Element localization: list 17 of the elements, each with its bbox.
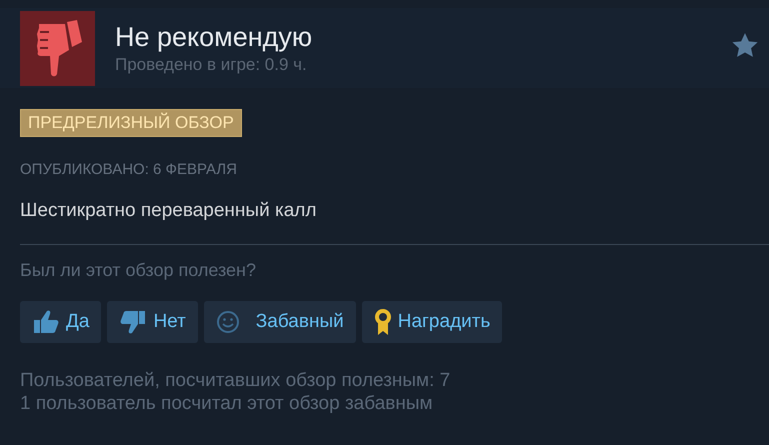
award-button[interactable]: Наградить	[362, 301, 502, 343]
smile-button[interactable]: Забавный	[204, 301, 356, 343]
stats-line: 1 пользователь посчитал этот обзор забавным	[20, 392, 434, 415]
early-access-badge: ПРЕДРЕЛИЗНЫЙ ОБЗОР	[20, 109, 242, 137]
thumbs-up-icon	[32, 309, 60, 335]
stats-line: Пользователей, посчитавших обзор полезным: 7	[20, 369, 452, 392]
playtime-text: Проведено в игре: 0.9 ч.	[115, 54, 308, 74]
review-text: Шестикратно переваренный калл	[20, 200, 318, 222]
thumbs-down-icon	[119, 309, 148, 335]
smile-icon	[216, 310, 240, 334]
helpful-question: Был ли этот обзор полезен?	[20, 260, 257, 281]
thumbs-down-icon	[20, 10, 95, 86]
posted-date: ОПУБЛИКОВАНО: 6 ФЕВРАЛЯ	[20, 161, 238, 178]
award-icon	[374, 308, 392, 336]
review-verdict: Не рекомендую	[115, 22, 312, 52]
thumbs-down-button[interactable]: Нет	[107, 301, 198, 343]
thumbs-up-button[interactable]: Да	[20, 301, 102, 343]
